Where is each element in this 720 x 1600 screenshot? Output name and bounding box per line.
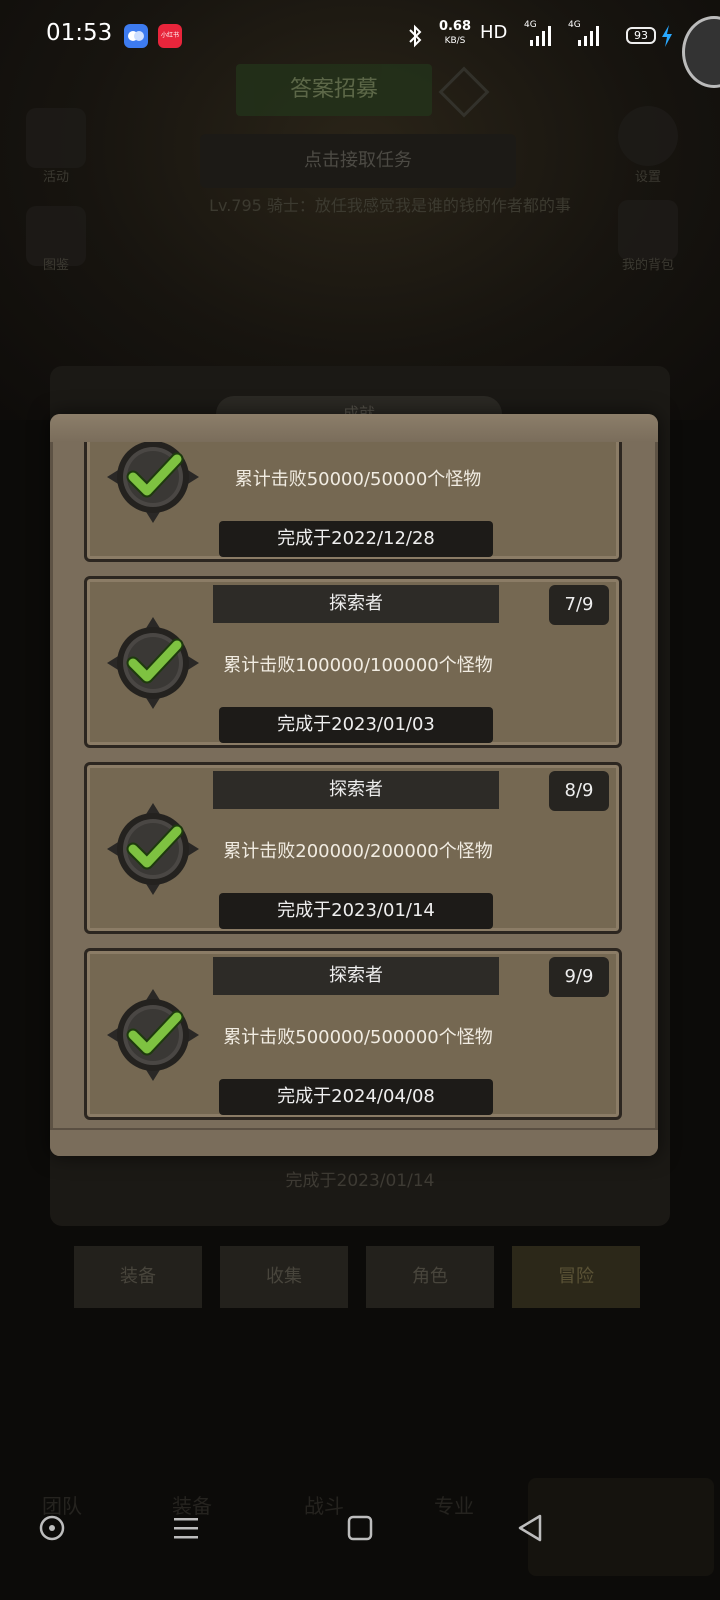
signal-icon-2 [578, 26, 599, 46]
check-medal-icon [107, 617, 199, 709]
bg-tab-adventure: 冒险 [512, 1246, 640, 1308]
signal-icon-1 [530, 26, 551, 46]
modal-top-edge [50, 414, 658, 442]
net-speed-unit: KB/S [444, 36, 466, 46]
bg-status-line: Lv.795 骑士：放任我感觉我是谁的钱的作者都的事 [209, 196, 571, 215]
battery-indicator: 93 [626, 27, 656, 44]
achievement-progress: 9/9 [549, 957, 609, 997]
xiaohongshu-icon: 小红书 [158, 24, 182, 48]
bag-icon [618, 200, 678, 260]
check-medal-icon [107, 989, 199, 1081]
achievement-title: 探索者 [213, 585, 499, 623]
achievement-card: 探索者 8/9 累计击败200000/200000个怪物 完成于2023/01/… [84, 762, 622, 934]
circle-dot-icon[interactable] [32, 1508, 72, 1548]
status-time: 01:53 [46, 20, 113, 46]
bg-side-right-1: 设置 [634, 170, 661, 185]
hd-label: HD [480, 22, 508, 43]
net-speed: 0.68 KB/S [438, 20, 472, 48]
bg-quest-button: 点击接取任务 [200, 134, 516, 188]
achievement-card: 探索者 9/9 累计击败500000/500000个怪物 完成于2024/04/… [84, 948, 622, 1120]
back-triangle-icon[interactable] [510, 1508, 550, 1548]
achievement-description: 累计击败200000/200000个怪物 [223, 841, 493, 862]
check-medal-icon [107, 803, 199, 895]
activity-icon [26, 108, 86, 168]
achievement-title: 探索者 [213, 771, 499, 809]
achievement-card: 累计击败50000/50000个怪物 完成于2022/12/28 [84, 442, 622, 562]
achievement-date: 完成于2023/01/14 [219, 893, 493, 929]
achievement-title: 探索者 [213, 957, 499, 995]
bg-side-left-1: 活动 [42, 170, 69, 185]
check-medal-icon [107, 442, 199, 523]
bg-tab-collection: 收集 [220, 1246, 348, 1308]
achievement-progress: 7/9 [549, 585, 609, 625]
achievement-description: 累计击败50000/50000个怪物 [234, 469, 482, 490]
square-icon[interactable] [340, 1508, 380, 1548]
bluetooth-icon [409, 24, 422, 48]
status-bar: 01:53 小红书 0.68 KB/S HD 4G 4G 93 [0, 0, 720, 88]
bg-side-right-2: 我的背包 [621, 258, 674, 273]
achievement-list[interactable]: 累计击败50000/50000个怪物 完成于2022/12/28 探索者 7/9… [82, 442, 626, 1130]
app-notification-icon [124, 24, 148, 48]
gear-icon [618, 106, 678, 166]
modal-bottom-edge [50, 1128, 658, 1156]
bg-tab-character: 角色 [366, 1246, 494, 1308]
bg-side-left-2: 图鉴 [42, 258, 69, 273]
achievement-progress: 8/9 [549, 771, 609, 811]
system-nav-bar [0, 1490, 720, 1570]
achievement-date: 完成于2023/01/03 [219, 707, 493, 743]
achievement-card: 探索者 7/9 累计击败100000/100000个怪物 完成于2023/01/… [84, 576, 622, 748]
bg-tab-bar: 装备 收集 角色 冒险 [74, 1246, 646, 1308]
achievement-description: 累计击败500000/500000个怪物 [223, 1027, 493, 1048]
bg-ghost-date: 完成于2023/01/14 [285, 1171, 435, 1191]
menu-icon[interactable] [166, 1508, 206, 1548]
bg-tab-equipment: 装备 [74, 1246, 202, 1308]
achievement-date: 完成于2022/12/28 [219, 521, 493, 557]
achievement-description: 累计击败100000/100000个怪物 [223, 655, 493, 676]
net-speed-value: 0.68 [438, 19, 472, 34]
charging-icon [662, 25, 672, 47]
achievement-date: 完成于2024/04/08 [219, 1079, 493, 1115]
